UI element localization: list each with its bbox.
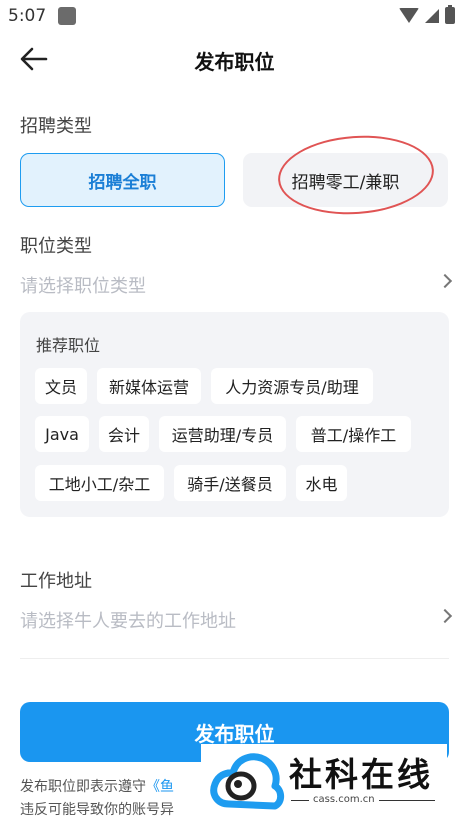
- job-type-label: 职位类型: [20, 236, 92, 257]
- job-type-placeholder: 请选择职位类型: [20, 276, 146, 297]
- chevron-right-icon: [437, 608, 453, 624]
- job-type-select[interactable]: 请选择职位类型: [20, 264, 453, 304]
- watermark-domain: cass.com.cn: [313, 794, 375, 805]
- watermark-title: 社科在线: [289, 755, 433, 794]
- work-address-placeholder: 请选择牛人要去的工作地址: [20, 611, 236, 632]
- watermark-rule: [291, 800, 309, 801]
- page-title: 发布职位: [194, 50, 275, 74]
- status-time: 5:07: [8, 6, 47, 26]
- job-tag[interactable]: 骑手/送餐员: [174, 465, 286, 501]
- agreement-link[interactable]: 《鱼: [146, 779, 174, 795]
- job-tag[interactable]: 文员: [35, 368, 87, 404]
- job-tag[interactable]: 工地小工/杂工: [35, 465, 164, 501]
- divider: [20, 658, 449, 659]
- chevron-right-icon: [437, 273, 453, 289]
- watermark-rule: [379, 800, 435, 801]
- cloud-logo-icon: [210, 753, 285, 810]
- work-address-label: 工作地址: [20, 571, 92, 592]
- job-tag[interactable]: 会计: [99, 416, 149, 452]
- nav-bar: 发布职位: [0, 34, 469, 86]
- recommended-jobs-panel: 推荐职位 文员 新媒体运营 人力资源专员/助理 Java 会计 运营助理/专员 …: [20, 312, 449, 517]
- job-tag[interactable]: 新媒体运营: [97, 368, 201, 404]
- job-tag[interactable]: Java: [35, 416, 89, 452]
- status-icons: [399, 5, 455, 24]
- work-address-select[interactable]: 请选择牛人要去的工作地址: [20, 599, 453, 639]
- job-tag[interactable]: 运营助理/专员: [159, 416, 286, 452]
- signal-icon: [425, 8, 439, 23]
- recruit-type-label: 招聘类型: [20, 116, 92, 137]
- agreement-text: 发布职位即表示遵守《鱼: [20, 776, 174, 796]
- recommended-title: 推荐职位: [36, 336, 101, 355]
- battery-icon: [445, 5, 455, 24]
- job-tag[interactable]: 人力资源专员/助理: [211, 368, 373, 404]
- wifi-icon: [399, 8, 419, 23]
- watermark: 社科在线 cass.com.cn: [201, 744, 447, 816]
- job-tag[interactable]: 普工/操作工: [296, 416, 411, 452]
- agreement-warning: 违反可能导致你的账号异: [20, 802, 174, 818]
- recruit-fulltime-button[interactable]: 招聘全职: [20, 153, 225, 207]
- notification-icon: [58, 7, 76, 25]
- job-tag[interactable]: 水电: [296, 465, 347, 501]
- status-bar: 5:07: [0, 0, 469, 34]
- agreement-prefix: 发布职位即表示遵守: [20, 779, 146, 795]
